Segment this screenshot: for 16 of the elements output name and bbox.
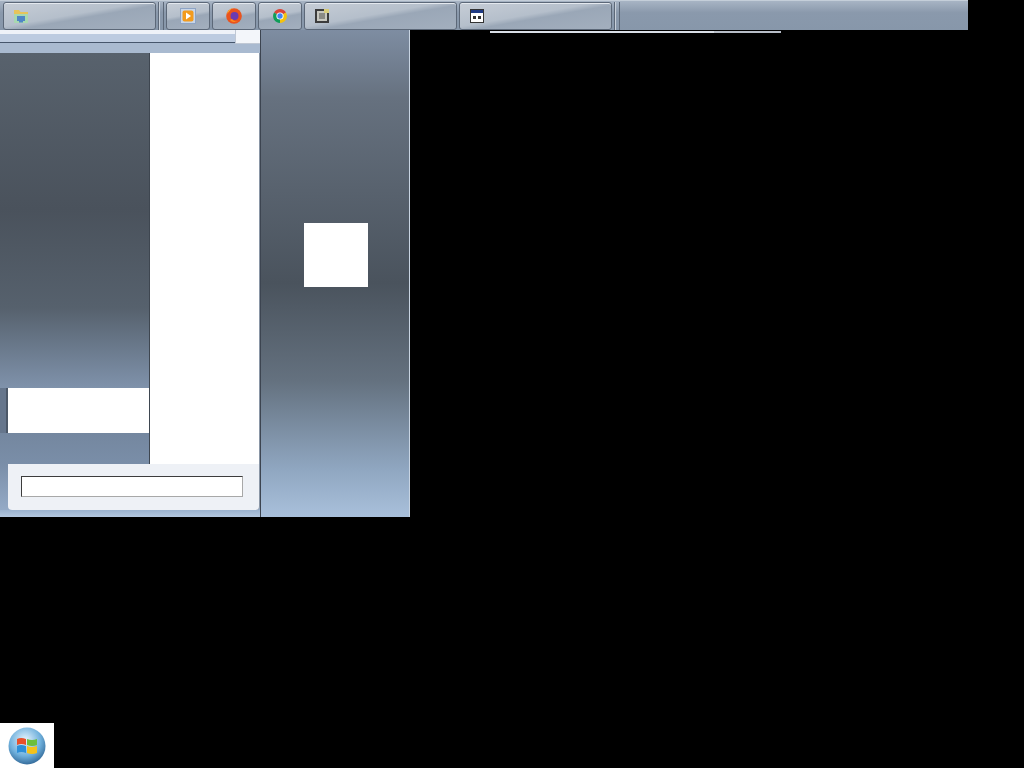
play-icon — [180, 8, 196, 24]
taskbar-button[interactable] — [258, 2, 302, 30]
taskbar-button[interactable] — [304, 2, 457, 30]
image-file-icon — [314, 8, 330, 24]
taskbar-button[interactable] — [212, 2, 256, 30]
taskbar-button[interactable] — [166, 2, 210, 30]
taskbar-button[interactable] — [3, 2, 156, 30]
folder-icon — [13, 8, 29, 24]
start-button[interactable] — [0, 723, 54, 768]
search-field[interactable] — [21, 476, 243, 497]
window-icon — [469, 8, 485, 24]
picture-placeholder — [304, 223, 368, 287]
side-edge — [0, 388, 8, 433]
segmented-circle-icon — [272, 8, 288, 24]
globe-icon — [226, 8, 242, 24]
orb-icon — [8, 726, 46, 765]
